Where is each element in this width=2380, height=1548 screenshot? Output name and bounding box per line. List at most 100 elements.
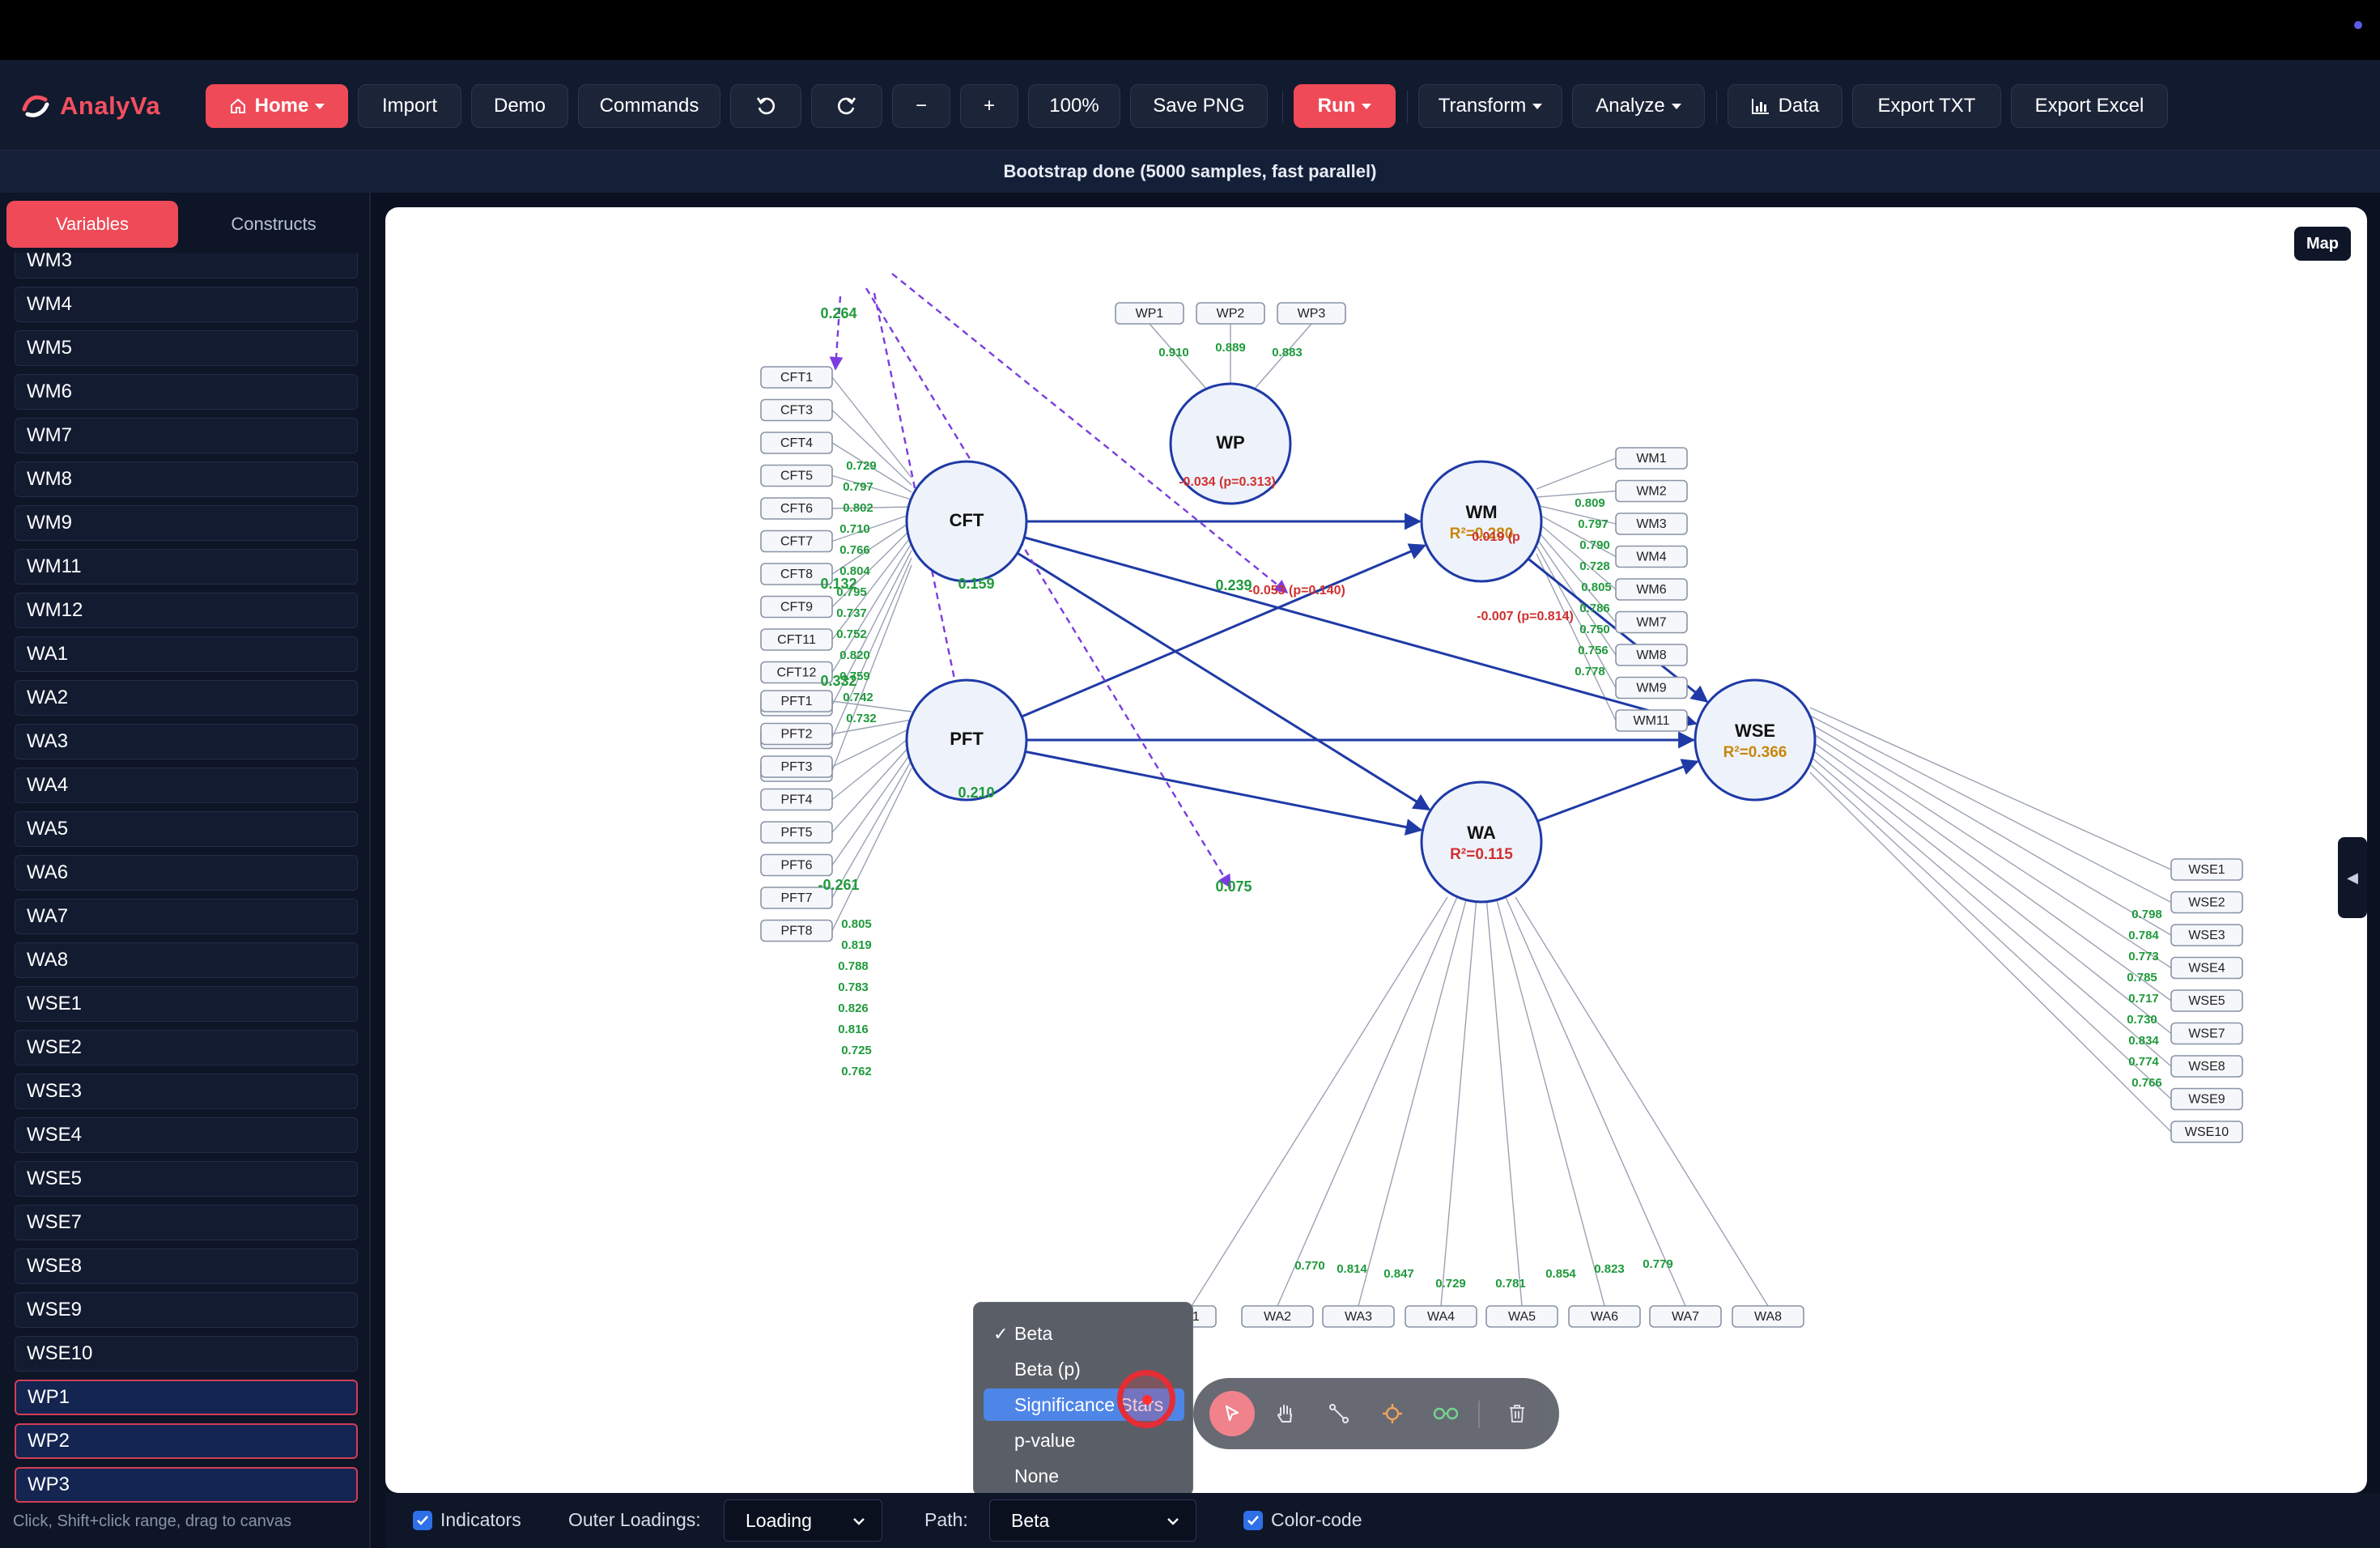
path-coefficient: 0.332 [820,673,856,689]
variable-item[interactable]: WA8 [15,942,358,978]
indicator-label: WSE1 [2188,863,2225,877]
variable-item[interactable]: WSE7 [15,1205,358,1240]
variable-item[interactable]: WM9 [15,505,358,541]
analyze-button[interactable]: Analyze [1572,84,1705,128]
variable-item[interactable]: WM11 [15,549,358,585]
variable-item[interactable]: WSE2 [15,1030,358,1065]
indicators-checkbox[interactable] [413,1511,432,1530]
loading-label: 0.728 [1579,559,1610,573]
variable-item[interactable]: WM3 [15,253,358,279]
variable-item[interactable]: WA7 [15,899,358,934]
indicator-link [1505,896,1686,1307]
variable-item[interactable]: WSE9 [15,1292,358,1328]
run-button[interactable]: Run [1294,84,1396,128]
undo-icon [756,97,776,115]
dropdown-option[interactable]: None [984,1460,1184,1492]
variable-item[interactable]: WA1 [15,636,358,672]
variable-item[interactable]: WA6 [15,855,358,891]
redo-icon [837,97,856,115]
variable-item[interactable]: WA2 [15,680,358,716]
pointer-icon [1225,1405,1239,1422]
commands-button[interactable]: Commands [578,84,720,128]
indicator-label: WSE8 [2188,1060,2225,1074]
zoom-in-button[interactable]: + [960,84,1018,128]
variable-item[interactable]: WM6 [15,374,358,410]
variable-item[interactable]: WA3 [15,724,358,759]
indicator-link [1485,896,1523,1307]
second-order-tool-button[interactable] [1423,1391,1468,1436]
dropdown-option[interactable]: ✓ Beta [984,1317,1184,1350]
loading-label: 0.802 [843,501,873,515]
variable-item[interactable]: WSE5 [15,1161,358,1197]
indicator-label: WA6 [1591,1310,1618,1324]
indicator-label: WP2 [1217,307,1245,321]
indicator-label: CFT12 [777,666,817,680]
demo-button[interactable]: Demo [471,84,568,128]
indicator-label: WM6 [1636,583,1666,597]
variable-item[interactable]: WSE4 [15,1117,358,1153]
variable-item[interactable]: WM12 [15,593,358,628]
data-button[interactable]: Data [1728,84,1842,128]
chevron-down-icon [1532,103,1543,109]
palette-divider [1478,1401,1480,1428]
variable-item[interactable]: WA5 [15,811,358,847]
map-button[interactable]: Map [2294,227,2351,261]
redo-button[interactable] [811,84,882,128]
tab-constructs[interactable]: Constructs [188,201,359,248]
dropdown-option[interactable]: p-value [984,1424,1184,1457]
indicator-label: WSE7 [2188,1027,2225,1041]
color-code-label: Color-code [1271,1509,1362,1530]
variable-item[interactable]: WP3 [15,1467,358,1503]
outer-loadings-select[interactable]: Loading [724,1499,882,1542]
tab-variables[interactable]: Variables [6,201,178,248]
path-arrow [1025,750,1423,836]
loading-label: 0.717 [2128,992,2159,1006]
app-name: AnalyVa [60,91,161,120]
variable-item[interactable]: WSE3 [15,1074,358,1109]
variable-item[interactable]: WM8 [15,461,358,497]
indicator-label: PFT3 [780,760,812,774]
loading-label: 0.766 [839,543,870,557]
import-button[interactable]: Import [358,84,461,128]
display-options-bar: Indicators Outer Loadings: Loading Path:… [385,1493,2380,1548]
export-txt-button[interactable]: Export TXT [1852,84,2001,128]
variable-item[interactable]: WM4 [15,287,358,322]
zoom-level-button[interactable]: 100% [1028,84,1120,128]
variable-item[interactable]: WM5 [15,330,358,366]
variable-item[interactable]: WSE10 [15,1336,358,1372]
pan-tool-button[interactable] [1263,1391,1308,1436]
variable-item[interactable]: WSE8 [15,1248,358,1284]
loading-label: 0.788 [838,959,869,973]
loading-label: 0.797 [843,480,873,494]
indicators-label: Indicators [440,1509,521,1530]
export-excel-button[interactable]: Export Excel [2011,84,2168,128]
variable-item[interactable]: WM7 [15,418,358,453]
path-select[interactable]: Beta [989,1499,1196,1542]
select-tool-button[interactable] [1209,1391,1255,1436]
model-canvas[interactable]: WP1 WP2 WP3 CFT1 CFT3 CFT4 CFT5 CFT6 CFT7 CFT8 CFT… [385,207,2367,1493]
variable-item[interactable]: WP1 [15,1380,358,1415]
path-coefficient: 0.132 [820,576,856,592]
transform-button[interactable]: Transform [1418,84,1562,128]
moderation-tool-button[interactable] [1370,1391,1415,1436]
variable-list[interactable]: WM3 WM4 WM5 WM6 WM7 WM8 WM9 WM11 WM12 WA1 WA2 WA3 WA… [0,253,371,1512]
undo-button[interactable] [730,84,801,128]
save-png-button[interactable]: Save PNG [1130,84,1268,128]
path-model-diagram[interactable]: WP1 WP2 WP3 CFT1 CFT3 CFT4 CFT5 CFT6 CFT7 CFT8 CFT… [385,207,2367,1493]
home-button[interactable]: Home [206,84,348,128]
loading-label: 0.742 [843,691,873,704]
right-collapse-handle[interactable]: ◀ [2338,837,2367,918]
zoom-out-button[interactable]: − [892,84,950,128]
loading-label: 0.847 [1383,1267,1414,1281]
loading-label: 0.834 [2128,1034,2159,1048]
variable-item[interactable]: WP2 [15,1423,358,1459]
variable-item[interactable]: WA4 [15,768,358,803]
loading-label: 0.773 [2128,950,2159,963]
variable-item[interactable]: WSE1 [15,986,358,1022]
indicator-link [1191,896,1448,1307]
delete-tool-button[interactable] [1494,1391,1540,1436]
loading-label: 0.910 [1158,346,1189,359]
connect-tool-button[interactable] [1316,1391,1362,1436]
color-code-checkbox[interactable] [1243,1511,1263,1530]
indicator-label: PFT5 [780,826,812,840]
